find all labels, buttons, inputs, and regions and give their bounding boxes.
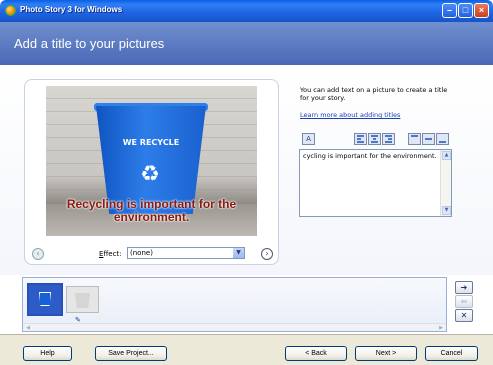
save-project-button[interactable]: Save Project...	[95, 346, 167, 361]
thumbnail[interactable]	[66, 286, 99, 313]
valign-bottom-icon[interactable]	[436, 133, 449, 145]
learn-more-link[interactable]: Learn more about adding titles	[300, 111, 400, 119]
align-right-icon[interactable]	[382, 133, 395, 145]
font-icon[interactable]: A	[302, 133, 315, 145]
text-scrollbar[interactable]: ▲ ▼	[440, 150, 451, 216]
photo-caption: Recycling is important for the environme…	[66, 197, 237, 224]
move-right-icon[interactable]: ➔	[455, 281, 473, 294]
page-title: Add a title to your pictures	[14, 36, 165, 51]
preview-frame: WE RECYCLE ♻ Recycling is important for …	[24, 79, 279, 265]
effect-label: Effect:	[99, 250, 122, 258]
filmstrip-scrollbar[interactable]: ◀ ▶	[23, 323, 446, 331]
help-button[interactable]: Help	[23, 346, 72, 361]
next-button[interactable]: Next >	[355, 346, 417, 361]
scroll-left-icon[interactable]: ◀	[23, 324, 33, 332]
next-arrow-icon[interactable]: ›	[261, 248, 273, 260]
app-icon	[5, 5, 16, 16]
bin-text: WE RECYCLE	[122, 138, 180, 147]
valign-top-icon[interactable]	[408, 133, 421, 145]
align-center-icon[interactable]	[368, 133, 381, 145]
window-titlebar: Photo Story 3 for Windows – □ ×	[0, 0, 493, 22]
prev-arrow-icon[interactable]: ‹	[32, 248, 44, 260]
window-title: Photo Story 3 for Windows	[20, 5, 123, 14]
cancel-button[interactable]: Cancel	[425, 346, 478, 361]
preview-photo: WE RECYCLE ♻ Recycling is important for …	[46, 86, 257, 236]
title-text-input[interactable]: cycling is important for the environment…	[299, 149, 452, 217]
text-toolbar: A	[300, 133, 452, 147]
chevron-down-icon[interactable]: ▼	[233, 248, 244, 258]
delete-icon[interactable]: ✕	[455, 309, 473, 322]
minimize-icon[interactable]: –	[442, 3, 457, 18]
main-area: WE RECYCLE ♻ Recycling is important for …	[0, 65, 493, 275]
scroll-down-icon[interactable]: ▼	[442, 206, 451, 215]
page-header: Add a title to your pictures	[0, 22, 493, 65]
recycle-icon: ♻	[140, 162, 160, 187]
effect-select[interactable]: (none) ▼	[127, 247, 245, 259]
move-left-icon[interactable]: ⬅	[455, 295, 473, 308]
close-icon[interactable]: ×	[474, 3, 489, 18]
filmstrip: ✎ ◀ ▶	[22, 277, 447, 332]
scroll-up-icon[interactable]: ▲	[442, 151, 451, 160]
maximize-icon[interactable]: □	[458, 3, 473, 18]
align-left-icon[interactable]	[354, 133, 367, 145]
instructions-text: You can add text on a picture to create …	[300, 86, 448, 102]
thumbnail-selected[interactable]	[27, 283, 63, 316]
scroll-right-icon[interactable]: ▶	[436, 324, 446, 332]
valign-middle-icon[interactable]	[422, 133, 435, 145]
back-button[interactable]: < Back	[285, 346, 347, 361]
bottom-bar: Help Save Project... < Back Next > Cance…	[0, 334, 493, 365]
